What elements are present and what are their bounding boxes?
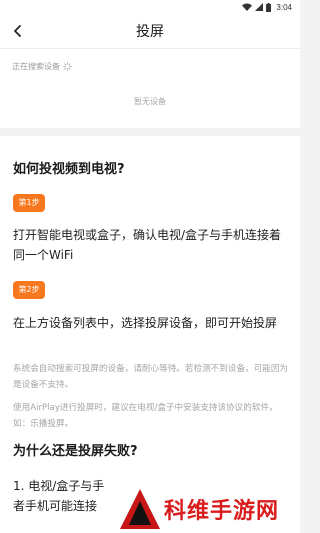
page-title: 投屏 xyxy=(136,24,164,40)
step-2-text: 在上方设备列表中，选择投屏设备，即可开始投屏 xyxy=(13,316,278,330)
top-bar: 投屏 xyxy=(0,14,300,48)
searching-label: 正在搜索设备 xyxy=(12,62,60,71)
failure-heading: 为什么还是投屏失败? xyxy=(13,444,138,459)
divider xyxy=(0,48,300,49)
empty-device-text: 暂无设备 xyxy=(134,97,166,106)
step-1-badge: 第1步 xyxy=(13,194,45,212)
watermark-text: 科维手游网 xyxy=(164,499,280,524)
search-note: 系统会自动搜索可投屏的设备，请耐心等待。若检测不到设备，可能因为是设备不支持。 xyxy=(13,364,289,390)
watermark-logo: 科维手游网 xyxy=(118,487,300,533)
wifi-icon xyxy=(242,3,253,11)
help-card: 如何投视频到电视? 第1步 打开智能电视或盒子，确认电视/盒子与手机连接着同一个… xyxy=(0,136,300,533)
status-bar: 3:04 xyxy=(0,0,300,14)
battery-icon xyxy=(266,2,272,12)
step-2-badge: 第2步 xyxy=(13,281,45,299)
signal-icon xyxy=(255,3,264,11)
airplay-note: 使用AirPlay进行投屏时，建议在电视/盒子中安装支持该协议的软件，如：乐播投… xyxy=(13,403,278,429)
loading-spinner-icon xyxy=(63,62,72,71)
status-time: 3:04 xyxy=(276,2,292,12)
watermark-triangle-icon xyxy=(120,489,160,529)
searching-status: 正在搜索设备 xyxy=(12,61,72,72)
step-1-text: 打开智能电视或盒子，确认电视/盒子与手机连接着同一个WiFi xyxy=(13,228,282,262)
how-to-cast-heading: 如何投视频到电视? xyxy=(13,162,125,177)
device-search-panel: 正在搜索设备 暂无设备 xyxy=(0,48,300,128)
status-icons: 3:04 xyxy=(242,1,292,13)
